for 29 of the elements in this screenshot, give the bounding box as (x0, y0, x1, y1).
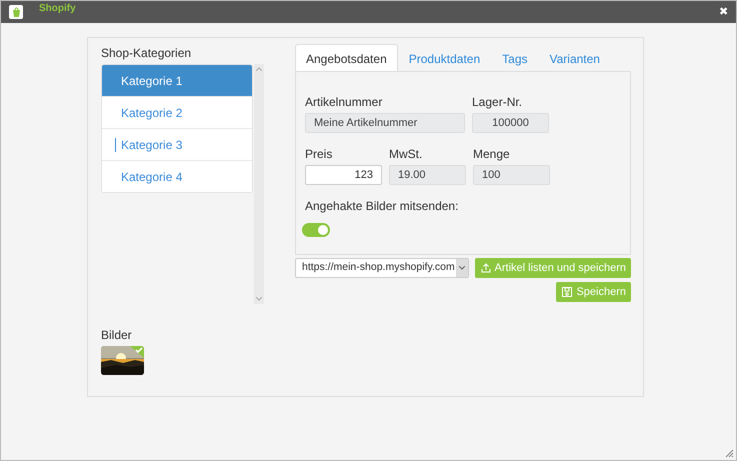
scroll-down-icon[interactable] (256, 297, 262, 301)
toggle-switch[interactable] (302, 223, 330, 237)
input-field[interactable]: 123 (305, 165, 382, 185)
window-title: Shopify (39, 2, 76, 16)
save-icon (561, 286, 574, 298)
scroll-up-icon[interactable] (256, 67, 262, 71)
close-button[interactable]: ✖ (719, 6, 728, 18)
field-label: Preis (305, 146, 334, 159)
caret-icon (459, 266, 465, 270)
resize-grip-icon[interactable] (725, 449, 734, 458)
save-button[interactable]: Speichern (556, 282, 631, 302)
upload-icon (480, 262, 492, 274)
category-item[interactable]: Kategorie 1 (102, 65, 252, 97)
scrollbar[interactable] (254, 64, 264, 304)
section-title: Shop-Kategorien (101, 45, 192, 58)
tab[interactable]: Produktdaten (398, 44, 492, 72)
section-title: Bilder (101, 327, 133, 340)
tab[interactable]: Tags (491, 44, 538, 72)
tab[interactable]: Angebotsdaten (295, 44, 398, 72)
field-label: Lager-Nr. (472, 94, 524, 107)
shop-select[interactable]: https://mein-shop.myshopify.com (295, 258, 469, 278)
field-label: Artikelnummer (305, 94, 384, 107)
toggle-label: Angehakte Bilder mitsenden: (305, 198, 460, 211)
field-label: Menge (473, 146, 511, 159)
tab[interactable]: Varianten (538, 44, 611, 72)
field-label: MwSt. (389, 146, 424, 159)
check-icon[interactable] (130, 346, 144, 358)
list-and-save-button[interactable]: Artikel listen und speichern (474, 258, 631, 278)
app-icon (9, 5, 23, 19)
